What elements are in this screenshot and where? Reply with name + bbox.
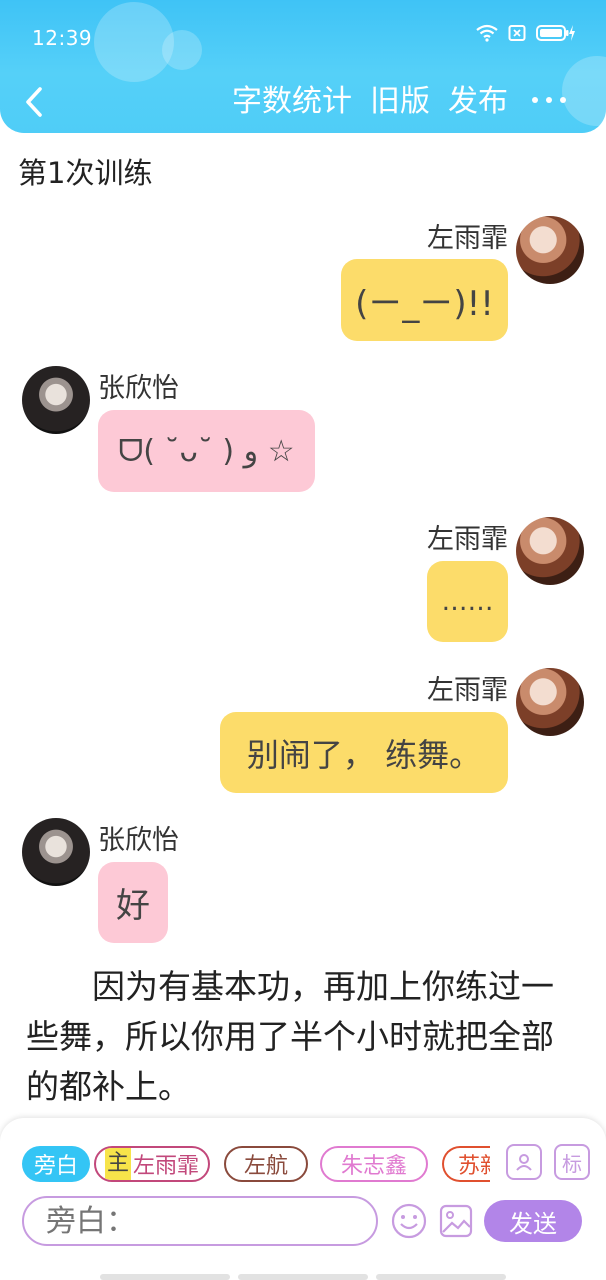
more-dots-icon[interactable] bbox=[532, 88, 566, 112]
chevron-left-icon bbox=[26, 87, 42, 117]
chat-bubble[interactable]: (ㄧ_ㄧ)!! bbox=[341, 259, 508, 341]
publish-button[interactable]: 发布 bbox=[448, 82, 508, 122]
chat-bubble[interactable]: ᗜ( ˘ᴗ˘ ) ﻭ ☆ bbox=[98, 410, 315, 492]
status-icons bbox=[476, 24, 576, 42]
character-chip-zuo-hang[interactable]: 左航 bbox=[224, 1146, 308, 1182]
contact-card-icon[interactable] bbox=[506, 1144, 542, 1180]
sender-name: 左雨霏 bbox=[427, 675, 508, 706]
navigation-bar: 字数统计 旧版 发布 bbox=[0, 76, 606, 132]
chat-bubble[interactable]: …… bbox=[427, 561, 508, 642]
chat-bubble[interactable]: 好 bbox=[98, 862, 168, 943]
emoji-icon[interactable] bbox=[390, 1202, 428, 1240]
nav-actions: 字数统计 旧版 发布 bbox=[232, 82, 508, 122]
mark-button[interactable]: 标 bbox=[554, 1144, 590, 1180]
sim-card-icon bbox=[508, 24, 526, 42]
gesture-bar bbox=[376, 1274, 506, 1280]
battery-icon bbox=[536, 24, 576, 42]
sender-name: 张欣怡 bbox=[98, 373, 179, 404]
character-chip-su-xin[interactable]: 苏新 bbox=[442, 1146, 490, 1182]
composer-panel: 旁白 主 左雨霏 左航 朱志鑫 苏新 标 发送 bbox=[0, 1118, 606, 1280]
chat-bubble[interactable]: 别闹了， 练舞。 bbox=[220, 712, 508, 793]
sender-name: 左雨霏 bbox=[427, 223, 508, 254]
character-chip-zuo-yufei[interactable]: 主 左雨霏 bbox=[94, 1146, 210, 1182]
wifi-icon bbox=[476, 24, 498, 42]
word-count-button[interactable]: 字数统计 bbox=[232, 82, 352, 122]
avatar[interactable] bbox=[22, 818, 90, 886]
send-button[interactable]: 发送 bbox=[484, 1200, 582, 1242]
main-role-tag: 主 bbox=[104, 1148, 131, 1180]
gesture-bar bbox=[100, 1274, 230, 1280]
status-bar: 12:39 bbox=[0, 0, 606, 76]
sender-name: 张欣怡 bbox=[98, 825, 179, 856]
character-chip-label: 左雨霏 bbox=[133, 1154, 200, 1179]
message-input[interactable] bbox=[22, 1196, 378, 1246]
session-title: 第1次训练 bbox=[18, 156, 153, 190]
image-icon[interactable] bbox=[438, 1202, 474, 1240]
avatar[interactable] bbox=[516, 216, 584, 284]
character-chip-zhu-zhixin[interactable]: 朱志鑫 bbox=[320, 1146, 428, 1182]
back-button[interactable] bbox=[16, 82, 52, 122]
avatar[interactable] bbox=[516, 668, 584, 736]
narrator-chip[interactable]: 旁白 bbox=[22, 1146, 90, 1182]
avatar[interactable] bbox=[22, 366, 90, 434]
narration-text[interactable]: 因为有基本功，再加上你练过一些舞，所以你用了半个小时就把全部的都补上。 bbox=[26, 962, 582, 1112]
sender-name: 左雨霏 bbox=[427, 524, 508, 555]
old-version-button[interactable]: 旧版 bbox=[370, 82, 430, 122]
status-time: 12:39 bbox=[32, 26, 93, 50]
gesture-bar bbox=[238, 1274, 368, 1280]
app-header: 12:39 字数统计 旧版 发布 bbox=[0, 0, 606, 133]
avatar[interactable] bbox=[516, 517, 584, 585]
